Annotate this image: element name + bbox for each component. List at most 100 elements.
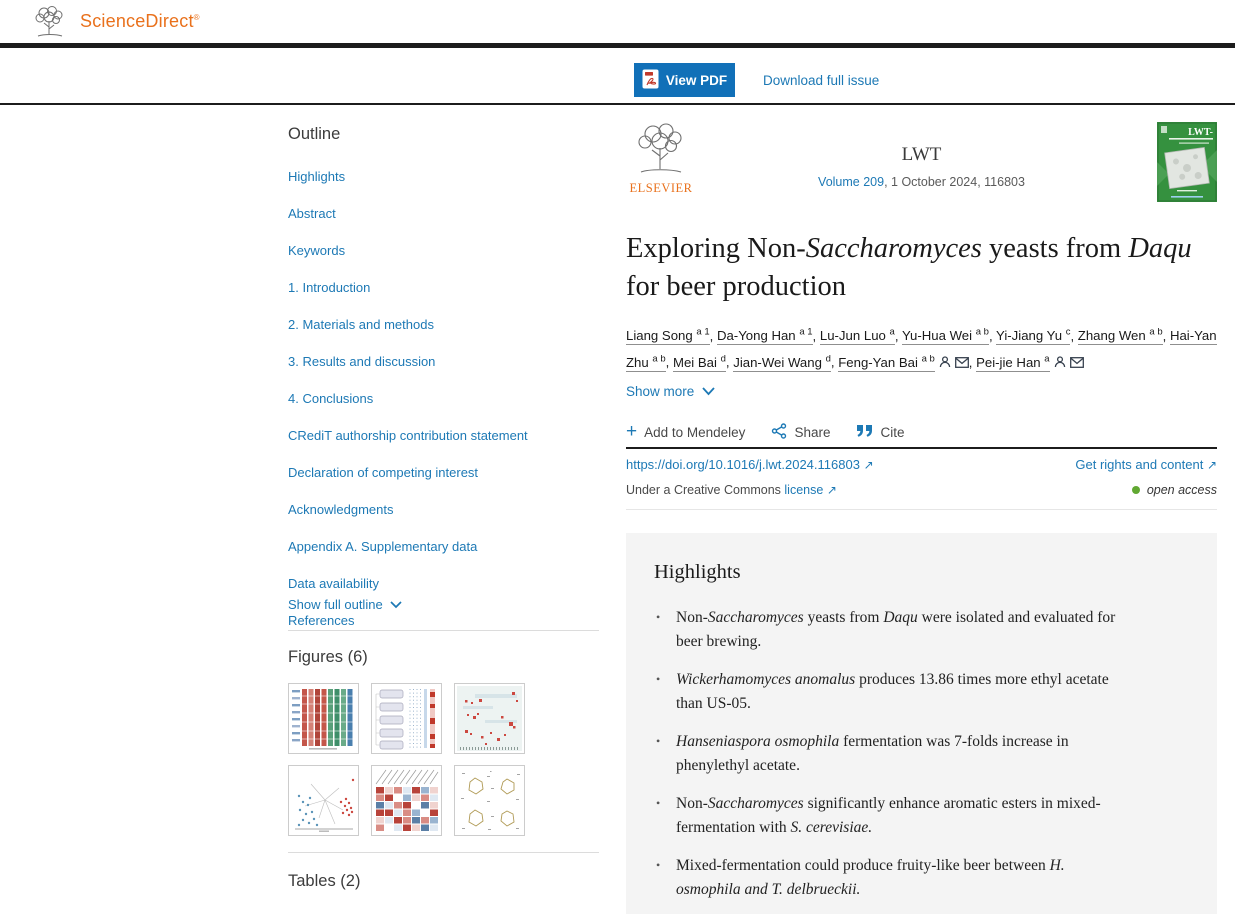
article-title: Exploring Non-Saccharomyces yeasts from … [626, 230, 1201, 306]
outline-link[interactable]: Abstract [288, 207, 336, 220]
author-name: Liang Song [626, 328, 693, 343]
author-affiliation-sup: a 1 [696, 327, 709, 338]
volume-link[interactable]: Volume 209 [818, 175, 884, 189]
outline-link[interactable]: Declaration of competing interest [288, 466, 478, 479]
doi-row: https://doi.org/10.1016/j.lwt.2024.11680… [626, 457, 1217, 472]
outline-link[interactable]: 3. Results and discussion [288, 355, 435, 368]
highlight-item: Mixed-fermentation could produce fruity-… [654, 854, 1122, 901]
figure-thumbnail-6[interactable] [454, 765, 525, 836]
sidebar-divider [288, 630, 599, 631]
outline-link[interactable]: Data availability [288, 577, 379, 590]
author-link[interactable]: Da-Yong Han a 1 [717, 328, 813, 345]
get-rights-link[interactable]: Get rights and content ↗ [1075, 457, 1217, 472]
chevron-down-icon [390, 597, 402, 612]
outline-link[interactable]: 4. Conclusions [288, 392, 373, 405]
author-separator: , [666, 355, 673, 370]
author-affiliation-sup: a [1044, 353, 1049, 364]
author-name: Zhang Wen [1078, 328, 1146, 343]
outline-link[interactable]: 1. Introduction [288, 281, 370, 294]
sciencedirect-logo[interactable]: ScienceDirect® [80, 11, 200, 32]
sidebar-divider [288, 852, 599, 853]
outline-list-item: Acknowledgments [288, 501, 528, 519]
cite-label: Cite [880, 425, 904, 440]
outline-link[interactable]: Keywords [288, 244, 345, 257]
author-entry: Da-Yong Han a 1, [717, 328, 820, 345]
doi-text: https://doi.org/10.1016/j.lwt.2024.11680… [626, 457, 860, 472]
license-label: license [784, 483, 823, 497]
highlight-item: Non-Saccharomyces significantly enhance … [654, 792, 1122, 839]
outline-link[interactable]: 2. Materials and methods [288, 318, 434, 331]
license-link[interactable]: license ↗ [784, 483, 836, 497]
figure-thumbnail-5[interactable] [371, 765, 442, 836]
outline-list-item: 2. Materials and methods [288, 316, 528, 334]
outline-list-item: 3. Results and discussion [288, 353, 528, 371]
author-profile-icon[interactable] [939, 352, 951, 375]
outline-list-item: References [288, 612, 528, 630]
author-profile-icon[interactable] [1054, 352, 1066, 375]
author-affiliation-sup: a b [1149, 327, 1162, 338]
journal-cover-thumbnail[interactable]: LWT- [1157, 122, 1217, 202]
view-pdf-button[interactable]: View PDF [634, 63, 735, 97]
author-link[interactable]: Pei-jie Han a [976, 355, 1049, 372]
svg-text:LWT-: LWT- [1188, 127, 1213, 138]
author-link[interactable]: Yu-Hua Wei a b [902, 328, 989, 345]
figure-thumbnail-2[interactable] [371, 683, 442, 754]
chevron-down-icon [702, 384, 715, 399]
outline-link[interactable]: References [288, 614, 354, 627]
envelope-icon[interactable] [955, 352, 969, 375]
share-button[interactable]: Share [771, 423, 830, 442]
show-more-label: Show more [626, 384, 694, 399]
author-entry: Liang Song a 1, [626, 328, 717, 345]
author-name: Feng-Yan Bai [838, 355, 918, 370]
author-link[interactable]: Mei Bai d [673, 355, 726, 372]
outline-list-item: 4. Conclusions [288, 390, 528, 408]
author-separator: , [710, 328, 717, 343]
author-link[interactable]: Jian-Wei Wang d [733, 355, 831, 372]
author-link[interactable]: Yi-Jiang Yu c [996, 328, 1070, 345]
article-toolbar: View PDF Download full issue [0, 48, 1235, 105]
author-name: Yu-Hua Wei [902, 328, 972, 343]
author-entry: Mei Bai d, [673, 355, 733, 372]
cite-button[interactable]: Cite [856, 424, 904, 440]
outline-link[interactable]: CRediT authorship contribution statement [288, 429, 528, 442]
metadata-divider [626, 509, 1217, 510]
show-more-authors-link[interactable]: Show more [626, 384, 715, 399]
brand-trademark: ® [194, 13, 200, 22]
figure-thumbnail-3[interactable] [454, 683, 525, 754]
envelope-icon[interactable] [1070, 352, 1084, 375]
author-link[interactable]: Zhang Wen a b [1078, 328, 1163, 345]
figure-thumbnail-4[interactable] [288, 765, 359, 836]
outline-link[interactable]: Acknowledgments [288, 503, 394, 516]
author-entry: Zhang Wen a b, [1078, 328, 1170, 345]
author-link[interactable]: Lu-Jun Luo a [820, 328, 895, 345]
journal-title-link[interactable]: LWT [902, 144, 942, 165]
elsevier-publisher-logo[interactable]: ELSEVIER [626, 122, 696, 196]
site-header: ScienceDirect® [0, 0, 1235, 43]
highlights-box: Highlights Non-Saccharomyces yeasts from… [626, 533, 1217, 914]
download-full-issue-link[interactable]: Download full issue [763, 73, 879, 88]
outline-list-item: 1. Introduction [288, 279, 528, 297]
highlight-item: Hanseniaspora osmophila fermentation was… [654, 730, 1122, 777]
author-link[interactable]: Liang Song a 1 [626, 328, 710, 345]
outline-link[interactable]: Highlights [288, 170, 345, 183]
highlight-item: Wickerhamomyces anomalus produces 13.86 … [654, 668, 1122, 715]
doi-link[interactable]: https://doi.org/10.1016/j.lwt.2024.11680… [626, 457, 874, 472]
author-entry: Jian-Wei Wang d, [733, 355, 838, 372]
outline-title: Outline [288, 125, 340, 144]
outline-list-item: Abstract [288, 205, 528, 223]
outline-link[interactable]: Appendix A. Supplementary data [288, 540, 477, 553]
elsevier-tree-logo-icon[interactable] [30, 5, 70, 44]
figure-thumbnail-1[interactable] [288, 683, 359, 754]
author-separator: , [1163, 328, 1170, 343]
external-link-arrow-icon: ↗ [864, 458, 874, 472]
author-link[interactable]: Feng-Yan Bai a b [838, 355, 935, 372]
add-to-mendeley-label: Add to Mendeley [644, 425, 745, 440]
author-list: Liang Song a 1, Da-Yong Han a 1, Lu-Jun … [626, 321, 1217, 375]
open-access-label: open access [1147, 483, 1217, 497]
author-entry: Feng-Yan Bai a b, [838, 355, 976, 370]
share-label: Share [794, 425, 830, 440]
add-to-mendeley-button[interactable]: + Add to Mendeley [626, 425, 745, 440]
show-full-outline-link[interactable]: Show full outline [288, 597, 402, 612]
outline-list-item: Keywords [288, 242, 528, 260]
highlight-item: Non-Saccharomyces yeasts from Daqu were … [654, 606, 1122, 653]
